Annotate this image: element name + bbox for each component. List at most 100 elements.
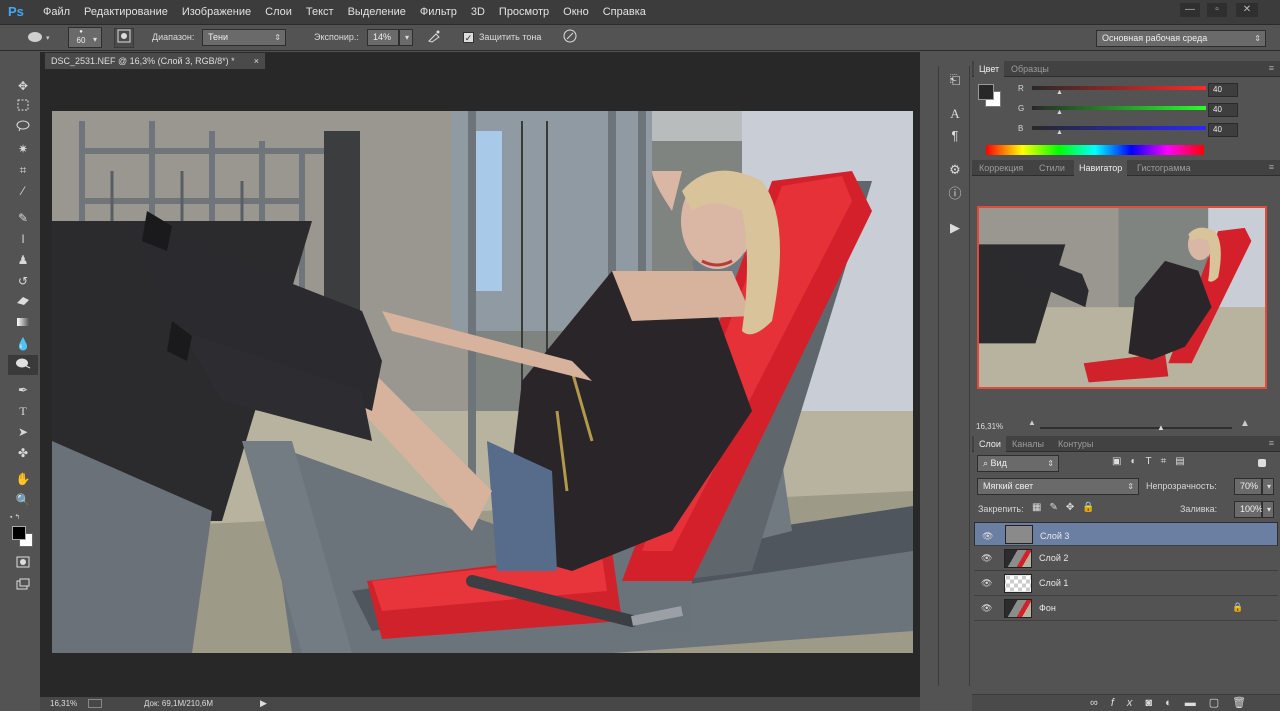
zoom-in-icon[interactable]: ▲ [1240,418,1250,429]
menu-item[interactable]: Файл [36,0,77,24]
blur-tool[interactable]: 💧 [8,334,38,354]
trash-icon[interactable]: 🗑 [1232,697,1259,709]
exposure-input[interactable]: 14% [367,29,399,46]
quick-mask-button[interactable] [8,554,38,574]
airbrush-button[interactable] [424,28,444,48]
fill-slider-toggle[interactable]: ▾ [1262,501,1274,518]
navigator-slider-thumb[interactable]: ▲ [1157,423,1165,432]
layer-row[interactable]: 👁 Слой 1 [974,572,1278,596]
visibility-eye-icon[interactable]: 👁 [981,578,992,589]
tab-paths[interactable]: Контуры [1053,436,1098,452]
slider-thumb-icon[interactable]: ▲ [1056,89,1063,96]
menu-item[interactable]: Текст [299,0,341,24]
layer-row[interactable]: 👁 Фон 🔒 [974,597,1278,621]
status-export-icon[interactable] [88,699,102,708]
type-tool[interactable]: T [8,401,38,421]
add-mask-icon[interactable]: ◙ [1145,697,1165,709]
navigator-zoom-slider[interactable] [1040,427,1232,429]
workspace-select[interactable]: Основная рабочая среда ⇕ [1096,30,1266,47]
opacity-input[interactable]: 70% [1234,478,1262,495]
smart-object-filter-icon[interactable]: ▤ [1175,456,1193,467]
fill-input[interactable]: 100% [1234,501,1263,518]
brush-size-picker[interactable]: ● 60 ▾ [68,27,102,48]
menu-item[interactable]: Фильтр [413,0,464,24]
new-layer-icon[interactable]: ▢ [1209,697,1232,709]
lock-all-icon[interactable]: 🔒 [1082,502,1102,513]
visibility-eye-icon[interactable]: 👁 [981,553,992,564]
character-panel-button[interactable]: A [943,104,967,124]
blue-value[interactable]: 40 [1208,123,1238,137]
fx-icon[interactable]: fx [1111,697,1146,709]
shape-filter-icon[interactable]: ⌗ [1161,456,1176,467]
eyedropper-tool[interactable]: ⁄ [8,181,38,201]
marquee-tool[interactable] [8,97,38,117]
tab-histogram[interactable]: Гистограмма [1132,160,1196,176]
filter-toggle-icon[interactable] [1258,459,1266,467]
move-tool[interactable]: ✥ [8,76,38,96]
panel-menu-icon[interactable]: ≡ [1269,438,1274,448]
pixel-filter-icon[interactable]: ▣ [1112,456,1130,467]
menu-item[interactable]: Справка [596,0,653,24]
visibility-eye-icon[interactable]: 👁 [981,603,992,614]
tab-channels[interactable]: Каналы [1007,436,1049,452]
menu-item[interactable]: Слои [258,0,299,24]
clone-stamp-tool[interactable]: ♟ [8,250,38,270]
lock-transparent-icon[interactable]: ▦ [1032,502,1049,513]
tab-navigator[interactable]: Навигатор [1074,160,1128,176]
tab-adjustments[interactable]: Коррекция [974,160,1028,176]
range-select[interactable]: Тени ⇕ [202,29,286,46]
status-menu-arrow-icon[interactable]: ▶ [260,698,267,709]
swap-colors-control[interactable]: ▪ ↰ [10,513,38,521]
crop-tool[interactable]: ⌗ [8,160,38,180]
restore-button[interactable]: ▫ [1207,3,1227,17]
type-filter-icon[interactable]: T [1146,456,1161,467]
shape-tool[interactable]: ✤ [8,443,38,463]
tab-swatches[interactable]: Образцы [1006,61,1054,77]
close-button[interactable]: ✕ [1236,3,1258,17]
blend-mode-select[interactable]: Мягкий свет ⇕ [977,478,1139,495]
new-adjustment-icon[interactable]: ◐ [1165,697,1185,709]
menu-item[interactable]: Изображение [175,0,258,24]
panel-menu-icon[interactable]: ≡ [1269,162,1274,172]
pressure-size-button[interactable] [560,28,580,48]
gradient-tool[interactable] [8,313,38,333]
lock-image-icon[interactable]: ✎ [1049,502,1065,513]
tab-styles[interactable]: Стили [1034,160,1070,176]
zoom-out-icon[interactable]: ▲ [1028,418,1036,427]
lasso-tool[interactable] [8,118,38,138]
panel-menu-icon[interactable]: ≡ [1269,63,1274,73]
slider-thumb-icon[interactable]: ▲ [1056,129,1063,136]
dodge-tool[interactable] [8,355,38,375]
healing-brush-tool[interactable]: ✎ [8,208,38,228]
brush-panel-toggle[interactable] [114,28,134,48]
layer-row[interactable]: 👁 Слой 3 [974,522,1278,546]
tool-preset-picker[interactable]: ▾ [22,28,56,48]
history-brush-tool[interactable]: ↺ [8,271,38,291]
opacity-slider-toggle[interactable]: ▾ [1262,478,1274,495]
menu-item[interactable]: Окно [556,0,596,24]
tool-presets-button[interactable]: ⚙ [943,160,967,180]
brush-tool[interactable]: ǀ [8,229,38,249]
history-panel-button[interactable]: ⎗ [943,70,967,90]
navigator-zoom-value[interactable]: 16,31% [976,422,1003,431]
zoom-tool[interactable]: 🔍 [8,490,38,510]
fg-color-swatch[interactable] [978,84,994,100]
actions-panel-button[interactable]: ▶ [943,218,967,238]
eraser-tool[interactable] [8,292,38,312]
lock-position-icon[interactable]: ✥ [1066,502,1082,513]
document-tab[interactable]: DSC_2531.NEF @ 16,3% (Слой 3, RGB/8*) * … [44,52,266,69]
foreground-color-swatch[interactable] [12,526,26,540]
minimize-button[interactable]: — [1180,3,1200,17]
tab-color[interactable]: Цвет [974,61,1005,77]
magic-wand-tool[interactable]: ✷ [8,139,38,159]
exposure-slider-toggle[interactable]: ▾ [399,29,413,46]
red-value[interactable]: 40 [1208,83,1238,97]
protect-tones-checkbox[interactable]: ✓ [463,32,474,43]
slider-thumb-icon[interactable]: ▲ [1056,109,1063,116]
screen-mode-button[interactable] [8,576,38,596]
status-zoom[interactable]: 16,31% [50,699,77,708]
navigator-preview[interactable] [977,206,1267,389]
visibility-eye-icon[interactable]: 👁 [982,529,993,544]
hand-tool[interactable]: ✋ [8,469,38,489]
menu-item[interactable]: Редактирование [77,0,175,24]
